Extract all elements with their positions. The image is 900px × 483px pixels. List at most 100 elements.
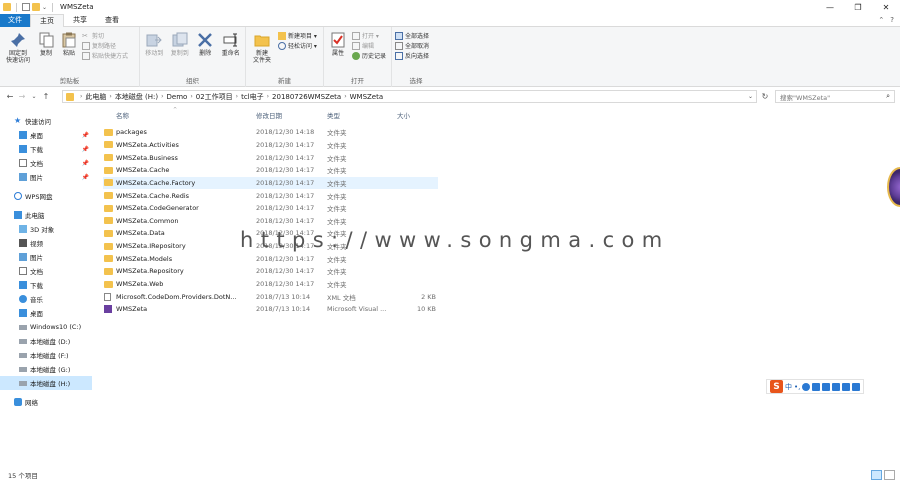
cut-button[interactable]: ✂ 剪切 bbox=[82, 31, 128, 41]
paste-shortcut-button[interactable]: 粘贴快捷方式 bbox=[82, 51, 128, 60]
ime-punct-toggle[interactable]: •, bbox=[794, 383, 800, 391]
sidebar-item[interactable]: 本地磁盘 (H:) bbox=[0, 376, 92, 390]
copy-path-button[interactable]: 复制路径 bbox=[82, 41, 128, 50]
new-item-button[interactable]: 新建项目 ▾ bbox=[278, 31, 317, 40]
file-row[interactable]: WMSZeta.Business 2018/12/30 14:17 文件夹 bbox=[103, 151, 438, 164]
sidebar-item[interactable]: 本地磁盘 (F:) bbox=[0, 348, 92, 362]
sogou-logo-icon[interactable]: S bbox=[770, 380, 783, 393]
pin-icon[interactable]: 📌 bbox=[82, 132, 89, 139]
file-row[interactable]: WMSZeta.Common 2018/12/30 14:17 文件夹 bbox=[103, 214, 438, 227]
open-button[interactable]: 打开 ▾ bbox=[352, 31, 386, 40]
pin-icon[interactable]: 📌 bbox=[82, 146, 89, 153]
invert-selection-button[interactable]: 反向选择 bbox=[395, 51, 429, 60]
collapse-ribbon-icon[interactable]: ⌃ bbox=[878, 16, 884, 24]
sidebar-item[interactable]: ★ 快速访问 bbox=[0, 114, 92, 128]
sidebar-item[interactable]: 下载 📌 bbox=[0, 142, 92, 156]
sidebar-item[interactable]: 本地磁盘 (G:) bbox=[0, 362, 92, 376]
chevron-right-icon[interactable]: › bbox=[161, 93, 163, 100]
sidebar-item[interactable]: 文档 bbox=[0, 264, 92, 278]
file-row[interactable]: Microsoft.CodeDom.Providers.DotN... 2018/… bbox=[103, 290, 438, 303]
select-all-button[interactable]: 全部选择 bbox=[395, 31, 429, 40]
voice-icon[interactable] bbox=[832, 382, 841, 391]
edit-button[interactable]: 编辑 bbox=[352, 41, 386, 50]
tab-file[interactable]: 文件 bbox=[0, 13, 30, 27]
file-row[interactable]: WMSZeta 2018/7/13 10:14 Microsoft Visual .… bbox=[103, 303, 438, 316]
pin-icon[interactable]: 📌 bbox=[82, 174, 89, 181]
breadcrumb-project[interactable]: 20180726WMSZeta bbox=[272, 93, 341, 101]
mic-icon[interactable] bbox=[812, 382, 821, 391]
floating-assistant-icon[interactable] bbox=[887, 167, 900, 207]
address-bar[interactable]: › 此电脑 › 本地磁盘 (H:) › Demo › 02工作项目 › tcl电… bbox=[62, 90, 757, 103]
new-folder-quick-icon[interactable] bbox=[32, 3, 40, 11]
sidebar-item[interactable]: Windows10 (C:) bbox=[0, 320, 92, 334]
tab-home[interactable]: 主页 bbox=[30, 13, 64, 28]
chevron-right-icon[interactable]: › bbox=[267, 93, 269, 100]
sidebar-item[interactable]: 桌面 📌 bbox=[0, 128, 92, 142]
maximize-button[interactable]: ❐ bbox=[844, 0, 872, 14]
column-header-name[interactable]: 名称 bbox=[116, 110, 129, 120]
sidebar-item[interactable]: 3D 对象 bbox=[0, 222, 92, 236]
file-row[interactable]: WMSZeta.Web 2018/12/30 14:17 文件夹 bbox=[103, 278, 438, 291]
address-dropdown-icon[interactable]: ⌄ bbox=[748, 93, 753, 100]
easy-access-button[interactable]: 轻松访问 ▾ bbox=[278, 41, 317, 50]
chevron-right-icon[interactable]: › bbox=[236, 93, 238, 100]
breadcrumb-work-projects[interactable]: 02工作项目 bbox=[196, 92, 233, 102]
file-row[interactable]: WMSZeta.Models 2018/12/30 14:17 文件夹 bbox=[103, 252, 438, 265]
breadcrumb-drive-h[interactable]: 本地磁盘 (H:) bbox=[115, 92, 158, 102]
close-button[interactable]: ✕ bbox=[872, 0, 900, 14]
breadcrumb-this-pc[interactable]: 此电脑 bbox=[85, 92, 106, 102]
minimize-button[interactable]: — bbox=[816, 0, 844, 14]
sidebar-item[interactable]: 视频 bbox=[0, 236, 92, 250]
column-header-size[interactable]: 大小 bbox=[397, 110, 410, 120]
column-header-date[interactable]: 修改日期 bbox=[256, 110, 282, 120]
forward-button[interactable]: → bbox=[16, 92, 28, 101]
breadcrumb-tcl[interactable]: tcl电子 bbox=[241, 92, 264, 102]
chevron-right-icon[interactable]: › bbox=[190, 93, 192, 100]
file-row[interactable]: packages 2018/12/30 14:18 文件夹 bbox=[103, 126, 438, 139]
chevron-right-icon[interactable]: › bbox=[344, 93, 346, 100]
properties-quick-icon[interactable] bbox=[22, 3, 30, 11]
chevron-right-icon[interactable]: › bbox=[80, 93, 82, 100]
sidebar-item[interactable]: WPS网盘 bbox=[0, 189, 92, 203]
file-row[interactable]: WMSZeta.Cache 2018/12/30 14:17 文件夹 bbox=[103, 164, 438, 177]
sidebar-item[interactable]: 文档 📌 bbox=[0, 156, 92, 170]
search-input[interactable]: 搜索"WMSZeta" ⌕ bbox=[775, 90, 895, 103]
up-button[interactable]: ↑ bbox=[40, 92, 52, 101]
pin-icon[interactable]: 📌 bbox=[82, 160, 89, 167]
ime-mode-toggle[interactable]: 中 bbox=[785, 382, 792, 392]
breadcrumb-wmszeta[interactable]: WMSZeta bbox=[350, 93, 384, 101]
emoji-icon[interactable] bbox=[802, 382, 811, 391]
chevron-right-icon[interactable]: › bbox=[109, 93, 111, 100]
file-row[interactable]: WMSZeta.Cache.Factory 2018/12/30 14:17 文件夹 bbox=[103, 176, 438, 190]
select-none-button[interactable]: 全部取消 bbox=[395, 41, 429, 50]
file-row[interactable]: WMSZeta.Repository 2018/12/30 14:17 文件夹 bbox=[103, 265, 438, 278]
breadcrumb-demo[interactable]: Demo bbox=[167, 93, 188, 101]
tab-share[interactable]: 共享 bbox=[64, 14, 96, 27]
sidebar-item[interactable]: 音乐 bbox=[0, 292, 92, 306]
file-row[interactable]: WMSZeta.Activities 2018/12/30 14:17 文件夹 bbox=[103, 139, 438, 152]
sidebar-item[interactable]: 网络 bbox=[0, 395, 92, 409]
keyboard-icon[interactable] bbox=[822, 382, 831, 391]
sidebar-item[interactable]: 此电脑 bbox=[0, 208, 92, 222]
shirt-icon[interactable] bbox=[842, 382, 851, 391]
sidebar-item[interactable]: 图片 bbox=[0, 250, 92, 264]
column-header-type[interactable]: 类型 bbox=[327, 110, 340, 120]
refresh-button[interactable]: ↻ bbox=[759, 90, 771, 103]
file-row[interactable]: WMSZeta.CodeGenerator 2018/12/30 14:17 文件夹 bbox=[103, 202, 438, 215]
sidebar-item[interactable]: 下载 bbox=[0, 278, 92, 292]
recent-locations-button[interactable]: ⌄ bbox=[28, 93, 40, 100]
search-icon[interactable]: ⌕ bbox=[886, 92, 890, 101]
help-icon[interactable]: ? bbox=[890, 16, 894, 24]
details-view-icon[interactable] bbox=[871, 470, 882, 480]
large-icons-view-icon[interactable] bbox=[884, 470, 895, 480]
history-button[interactable]: 历史记录 bbox=[352, 51, 386, 60]
ime-toolbar[interactable]: S 中 •, bbox=[766, 379, 865, 394]
sidebar-item[interactable]: 图片 📌 bbox=[0, 170, 92, 184]
chevron-down-icon[interactable]: ⌄ bbox=[42, 4, 47, 11]
sidebar-item[interactable]: 桌面 bbox=[0, 306, 92, 320]
sidebar-item[interactable]: 本地磁盘 (D:) bbox=[0, 334, 92, 348]
tab-view[interactable]: 查看 bbox=[96, 14, 128, 27]
file-row[interactable]: WMSZeta.Cache.Redis 2018/12/30 14:17 文件夹 bbox=[103, 189, 438, 202]
grid-icon[interactable] bbox=[852, 382, 861, 391]
back-button[interactable]: ← bbox=[4, 92, 16, 101]
